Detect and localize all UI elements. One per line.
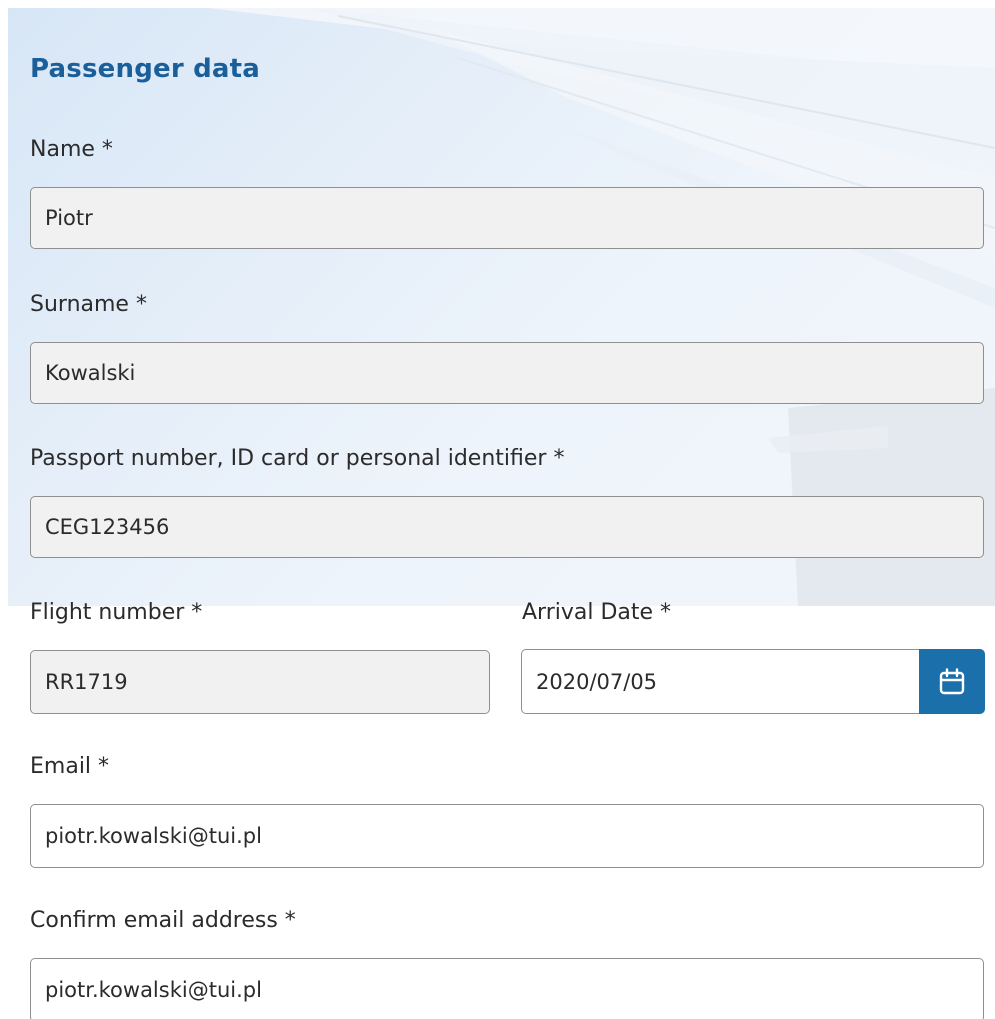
passport-label: Passport number, ID card or personal ide… xyxy=(30,446,565,471)
calendar-button[interactable] xyxy=(919,649,985,714)
flight-number-field[interactable]: RR1719 xyxy=(30,650,490,714)
arrival-date-value: 2020/07/05 xyxy=(536,669,658,694)
page-title: Passenger data xyxy=(30,54,261,84)
name-value: Piotr xyxy=(45,206,93,230)
arrival-date-label: Arrival Date * xyxy=(522,600,672,625)
email-field[interactable]: piotr.kowalski@tui.pl xyxy=(30,804,984,868)
confirm-email-field[interactable]: piotr.kowalski@tui.pl xyxy=(30,958,984,1019)
passport-value: CEG123456 xyxy=(45,515,170,539)
email-value: piotr.kowalski@tui.pl xyxy=(45,824,262,848)
name-field[interactable]: Piotr xyxy=(30,187,984,249)
surname-field[interactable]: Kowalski xyxy=(30,342,984,404)
surname-value: Kowalski xyxy=(45,361,136,385)
passenger-data-page: Passenger data Name * Piotr Surname * Ko… xyxy=(0,0,995,1019)
arrival-date-input[interactable]: 2020/07/05 xyxy=(521,649,921,714)
name-label: Name * xyxy=(30,137,113,162)
passport-field[interactable]: CEG123456 xyxy=(30,496,984,558)
confirm-email-label: Confirm email address * xyxy=(30,908,296,933)
flight-number-label: Flight number * xyxy=(30,600,203,625)
flight-number-value: RR1719 xyxy=(45,670,128,694)
email-label: Email * xyxy=(30,754,110,779)
surname-label: Surname * xyxy=(30,292,147,317)
calendar-icon xyxy=(939,667,965,694)
arrival-date-picker: 2020/07/05 xyxy=(521,649,985,714)
confirm-email-value: piotr.kowalski@tui.pl xyxy=(45,978,262,1002)
